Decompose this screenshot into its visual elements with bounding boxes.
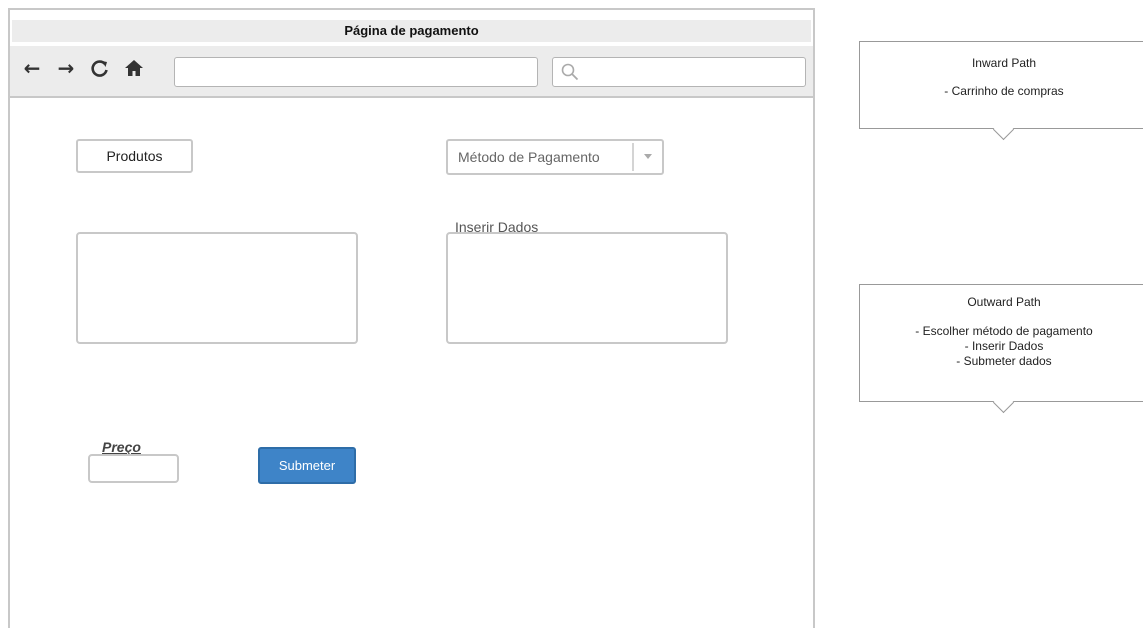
browser-toolbar: ← → [10, 46, 813, 98]
payment-method-selected: Método de Pagamento [458, 149, 600, 165]
chevron-down-icon[interactable] [644, 154, 652, 159]
url-input[interactable] [174, 57, 538, 87]
window-title: Página de pagamento [12, 20, 811, 42]
outward-path-line: - Inserir Dados [964, 339, 1044, 353]
preco-label: Preço [102, 439, 141, 455]
reload-icon[interactable] [88, 56, 112, 80]
inward-path-title: Inward Path [971, 56, 1037, 70]
produtos-textarea[interactable] [76, 232, 358, 344]
inserir-dados-textarea[interactable] [446, 232, 728, 344]
title-bar: Página de pagamento [10, 10, 813, 48]
submit-button[interactable]: Submeter [258, 447, 356, 484]
arrow-right-icon[interactable]: → [54, 56, 78, 80]
arrow-left-icon[interactable]: ← [20, 56, 44, 80]
callout-tail [992, 118, 1015, 141]
inward-path-callout: Inward Path - Carrinho de compras [859, 41, 1143, 141]
search-input[interactable] [552, 57, 806, 87]
inward-path-line: - Carrinho de compras [944, 84, 1064, 98]
outward-path-title: Outward Path [967, 295, 1041, 309]
produtos-button[interactable]: Produtos [76, 139, 193, 173]
outward-path-line: - Escolher método de pagamento [915, 324, 1093, 338]
browser-window: Página de pagamento ← → Produtos Método … [8, 8, 815, 628]
preco-field[interactable] [88, 454, 179, 483]
payment-method-select[interactable]: Método de Pagamento [446, 139, 664, 175]
home-icon[interactable] [122, 56, 146, 80]
callout-tail [992, 391, 1015, 414]
select-divider [632, 143, 634, 171]
outward-path-line: - Submeter dados [956, 354, 1052, 368]
outward-path-callout: Outward Path - Escolher método de pagame… [859, 284, 1143, 414]
search-icon [561, 63, 579, 81]
